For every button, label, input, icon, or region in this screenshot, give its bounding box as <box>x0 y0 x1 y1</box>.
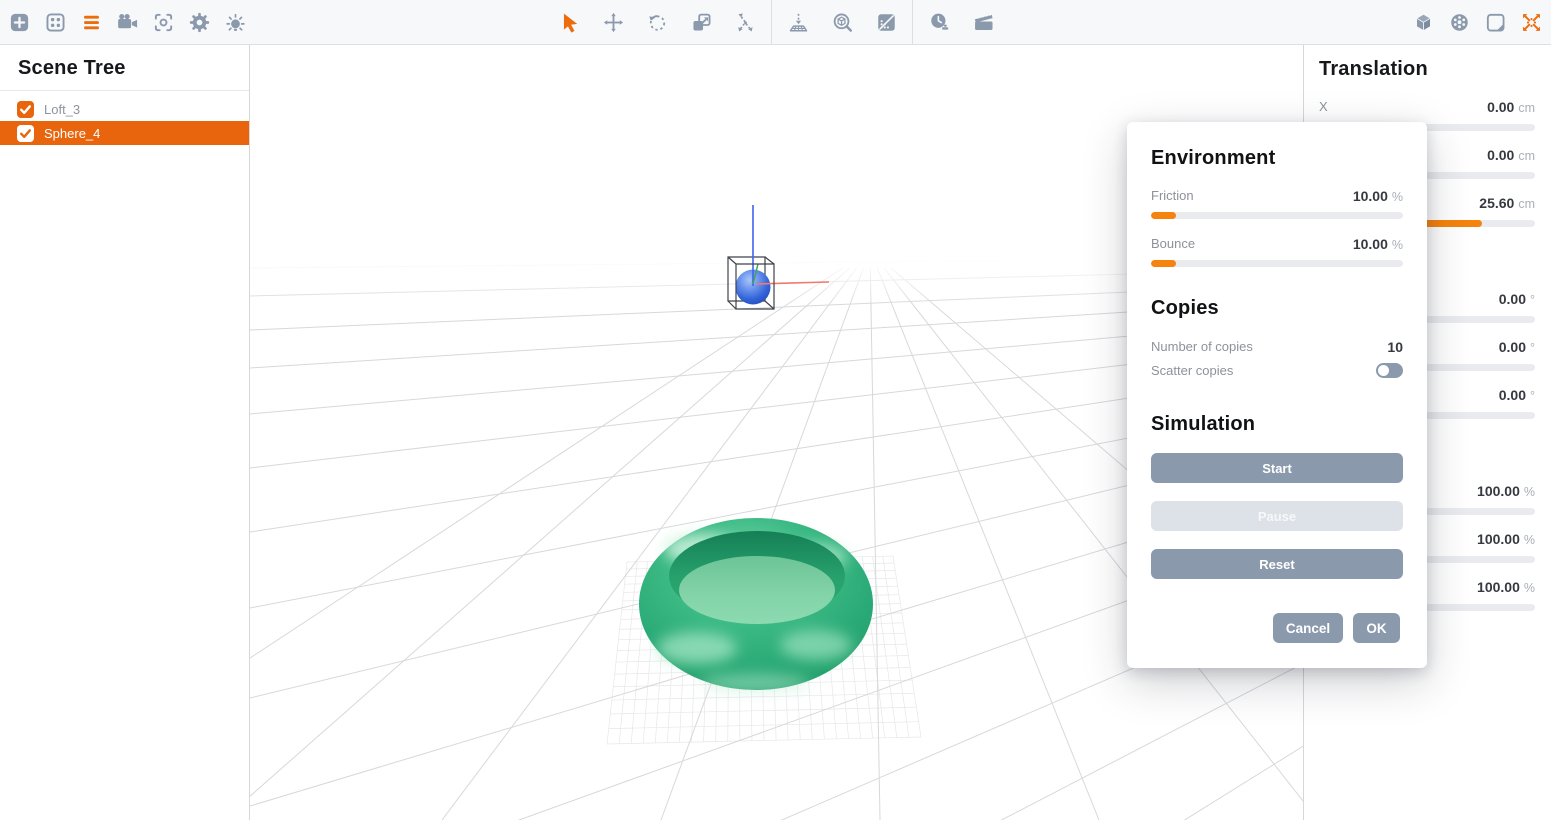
translate-x-value: 0.00cm <box>1487 98 1535 116</box>
canvas-icon <box>1484 11 1507 34</box>
copies-section-title: Copies <box>1151 296 1219 320</box>
translate-z-value: 25.60cm <box>1479 194 1535 212</box>
clock-button[interactable] <box>917 0 961 44</box>
expand-panels-button[interactable] <box>1513 0 1549 44</box>
start-button[interactable]: Start <box>1151 453 1403 483</box>
ok-button[interactable]: OK <box>1353 613 1400 643</box>
scene-item-label: Sphere_4 <box>44 126 100 141</box>
rotate-y-value: 0.00° <box>1499 338 1535 356</box>
lighting-icon <box>224 11 247 34</box>
material-ball-icon <box>1448 11 1471 34</box>
scatter-icon <box>734 11 757 34</box>
environment-dialog: Environment Friction 10.00% Bounce 10.00… <box>1127 122 1427 668</box>
drop-to-ground-icon <box>787 11 810 34</box>
settings-gear-icon <box>188 11 211 34</box>
scene-item-loft[interactable]: Loft_3 <box>0 97 249 121</box>
rotate-icon <box>646 11 669 34</box>
focus-selection-icon <box>152 11 175 34</box>
reset-button[interactable]: Reset <box>1151 549 1403 579</box>
scene-item-label: Loft_3 <box>44 102 80 117</box>
select-cursor-icon <box>558 11 581 34</box>
add-object-icon <box>8 11 31 34</box>
library-button[interactable] <box>37 0 73 44</box>
focus-selection-button[interactable] <box>145 0 181 44</box>
dialog-title: Environment <box>1151 146 1275 170</box>
subdivision-button[interactable] <box>864 0 908 44</box>
friction-value: 10.00% <box>1353 188 1403 205</box>
bounce-value: 10.00% <box>1353 236 1403 253</box>
bounce-slider[interactable] <box>1151 260 1403 267</box>
expand-panels-icon <box>1520 11 1543 34</box>
scene-tree-panel: Scene Tree Loft_3 Sphere_4 <box>0 44 250 820</box>
camera-icon <box>116 11 139 34</box>
subdivision-icon <box>875 11 898 34</box>
rotate-z-value: 0.00° <box>1499 386 1535 404</box>
app-window: Scene Tree Loft_3 Sphere_4 <box>0 0 1551 820</box>
toolbar-middle-group <box>547 0 1005 44</box>
toolbar-separator <box>912 0 913 44</box>
scale-x-value: 100.00% <box>1477 482 1535 500</box>
translate-y-value: 0.00cm <box>1487 146 1535 164</box>
scene-item-sphere[interactable]: Sphere_4 <box>0 121 249 145</box>
toolbar-left-group <box>1 0 253 44</box>
add-object-button[interactable] <box>1 0 37 44</box>
rotate-x-value: 0.00° <box>1499 290 1535 308</box>
clock-icon <box>928 11 951 34</box>
scale-button[interactable] <box>679 0 723 44</box>
number-of-copies-label: Number of copies <box>1151 339 1253 355</box>
number-of-copies-row: Number of copies 10 <box>1151 339 1403 355</box>
drop-to-ground-button[interactable] <box>776 0 820 44</box>
toolbar-separator <box>771 0 772 44</box>
translation-title: Translation <box>1319 57 1428 81</box>
move-icon <box>602 11 625 34</box>
rotate-button[interactable] <box>635 0 679 44</box>
friction-label: Friction <box>1151 188 1194 204</box>
view-cube-icon <box>1412 11 1435 34</box>
zoom-to-object-button[interactable] <box>820 0 864 44</box>
checkbox-checked-icon[interactable] <box>17 101 34 118</box>
simulation-section-title: Simulation <box>1151 412 1255 436</box>
library-icon <box>44 11 67 34</box>
toolbar <box>0 0 1551 45</box>
scatter-copies-toggle[interactable] <box>1376 363 1403 378</box>
scatter-copies-row: Scatter copies <box>1151 363 1403 379</box>
number-of-copies-value[interactable]: 10 <box>1387 339 1403 355</box>
animation-clapper-icon <box>972 11 995 34</box>
animation-clapper-button[interactable] <box>961 0 1005 44</box>
camera-button[interactable] <box>109 0 145 44</box>
material-ball-button[interactable] <box>1441 0 1477 44</box>
scale-y-value: 100.00% <box>1477 530 1535 548</box>
pause-button[interactable]: Pause <box>1151 501 1403 531</box>
scene-tree-icon <box>80 11 103 34</box>
scene-tree-list: Loft_3 Sphere_4 <box>0 97 249 145</box>
toolbar-right-group <box>1405 0 1549 44</box>
dialog-footer: Cancel OK <box>1273 613 1400 643</box>
scene-tree-button[interactable] <box>73 0 109 44</box>
view-cube-button[interactable] <box>1405 0 1441 44</box>
scatter-button[interactable] <box>723 0 767 44</box>
checkbox-checked-icon[interactable] <box>17 125 34 142</box>
friction-slider[interactable] <box>1151 212 1403 219</box>
bounce-row: Bounce 10.00% <box>1151 236 1403 252</box>
scatter-copies-label: Scatter copies <box>1151 363 1233 379</box>
select-cursor-button[interactable] <box>547 0 591 44</box>
lighting-button[interactable] <box>217 0 253 44</box>
scale-icon <box>690 11 713 34</box>
zoom-to-object-icon <box>831 11 854 34</box>
toggle-knob <box>1378 365 1389 376</box>
canvas-button[interactable] <box>1477 0 1513 44</box>
axis-x-label: X <box>1319 98 1328 116</box>
scene-tree-title: Scene Tree <box>0 44 249 80</box>
scale-z-value: 100.00% <box>1477 578 1535 596</box>
friction-row: Friction 10.00% <box>1151 188 1403 204</box>
scene-tree-divider <box>0 90 249 91</box>
bounce-label: Bounce <box>1151 236 1195 252</box>
settings-button[interactable] <box>181 0 217 44</box>
torus-object[interactable] <box>639 518 873 692</box>
cancel-button[interactable]: Cancel <box>1273 613 1343 643</box>
move-button[interactable] <box>591 0 635 44</box>
